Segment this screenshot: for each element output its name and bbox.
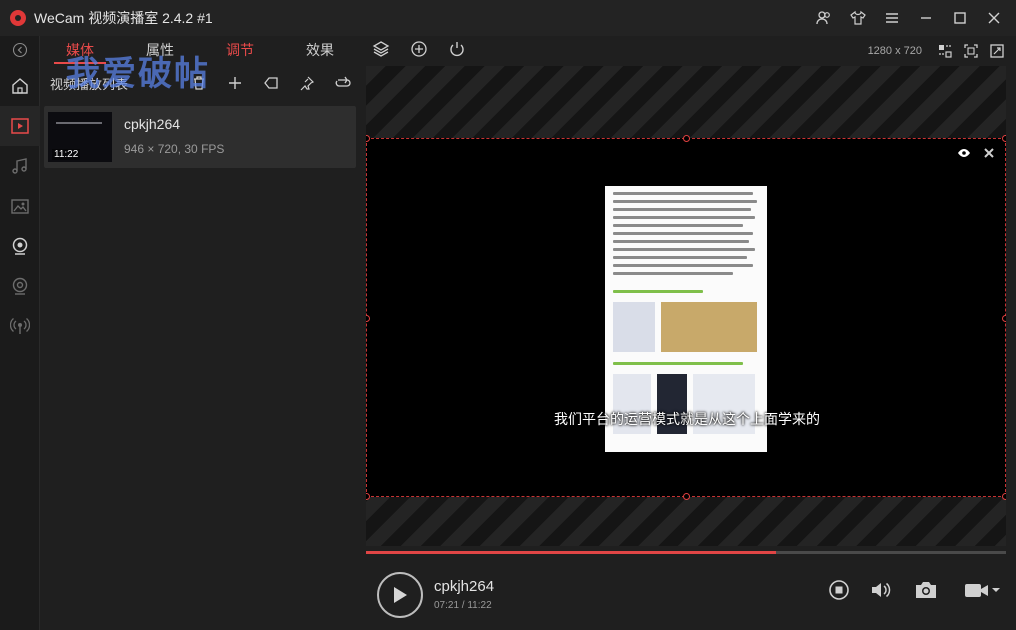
resize-handle[interactable] bbox=[683, 493, 690, 500]
app-title: WeCam 视频演播室 2.4.2 #1 bbox=[34, 10, 213, 26]
video-media-icon[interactable] bbox=[0, 106, 40, 146]
tab-properties[interactable]: 属性 bbox=[120, 36, 200, 64]
stop-button[interactable] bbox=[827, 578, 851, 602]
progress-bar[interactable] bbox=[366, 551, 1006, 554]
snapshot-camera-icon[interactable] bbox=[914, 578, 938, 602]
doc-text-line bbox=[613, 208, 751, 211]
menu-icon[interactable] bbox=[878, 4, 906, 32]
resolution-label: 1280 x 720 bbox=[867, 45, 922, 57]
close-icon[interactable] bbox=[980, 4, 1008, 32]
video-thumbnail: 11:22 bbox=[48, 112, 112, 162]
preview-stage: 我们平台的运营模式就是从这个上面学来的 bbox=[366, 66, 1006, 546]
title-bar: WeCam 视频演播室 2.4.2 #1 bbox=[0, 0, 1016, 36]
doc-text-line bbox=[613, 216, 755, 219]
doc-text-line bbox=[613, 224, 743, 227]
now-playing-time: 07:21 / 11:22 bbox=[434, 600, 492, 611]
webcam-icon[interactable] bbox=[0, 226, 40, 266]
doc-text-line bbox=[613, 192, 753, 195]
music-icon[interactable] bbox=[0, 146, 40, 186]
collapse-icon[interactable] bbox=[0, 36, 40, 64]
delete-icon[interactable] bbox=[188, 72, 210, 94]
now-playing-name: cpkjh264 bbox=[434, 578, 495, 595]
pin-icon[interactable] bbox=[296, 72, 318, 94]
preview-toolbar: 1280 x 720 bbox=[362, 36, 1016, 66]
layers-icon[interactable] bbox=[370, 38, 392, 60]
broadcast-icon[interactable] bbox=[0, 306, 40, 346]
doc-text-line bbox=[613, 264, 753, 267]
doc-text-line bbox=[613, 232, 753, 235]
doc-image bbox=[661, 302, 757, 352]
media-meta: 946 × 720, 30 FPS bbox=[124, 142, 225, 156]
minimize-icon[interactable] bbox=[912, 4, 940, 32]
maximize-icon[interactable] bbox=[946, 4, 974, 32]
remove-source-icon[interactable] bbox=[983, 147, 995, 162]
resize-handle[interactable] bbox=[1002, 135, 1006, 142]
progress-fill bbox=[366, 551, 776, 554]
resize-handle[interactable] bbox=[1002, 315, 1006, 322]
skin-shirt-icon[interactable] bbox=[844, 4, 872, 32]
tab-adjust[interactable]: 调节 bbox=[200, 36, 280, 64]
tab-effects[interactable]: 效果 bbox=[280, 36, 360, 64]
doc-text-line bbox=[613, 272, 733, 275]
doc-green-line bbox=[613, 362, 743, 365]
volume-icon[interactable] bbox=[869, 578, 893, 602]
image-icon[interactable] bbox=[0, 186, 40, 226]
camera-source-icon[interactable] bbox=[0, 266, 40, 306]
doc-green-line bbox=[613, 290, 703, 293]
doc-text-line bbox=[613, 248, 755, 251]
home-icon[interactable] bbox=[0, 66, 40, 106]
window-controls bbox=[810, 0, 1008, 36]
fit-screen-icon[interactable] bbox=[962, 40, 980, 62]
doc-image bbox=[613, 302, 655, 352]
thumbnail-art bbox=[56, 122, 102, 140]
video-canvas[interactable]: 我们平台的运营模式就是从这个上面学来的 bbox=[366, 135, 1006, 500]
doc-text-line bbox=[613, 200, 757, 203]
visibility-eye-icon[interactable] bbox=[957, 147, 971, 162]
left-rail bbox=[0, 36, 40, 630]
power-icon[interactable] bbox=[446, 38, 468, 60]
video-subtitle: 我们平台的运营模式就是从这个上面学来的 bbox=[554, 411, 820, 427]
add-source-icon[interactable] bbox=[408, 38, 430, 60]
panel-tabs: 媒体 属性 调节 效果 bbox=[40, 36, 362, 64]
users-icon[interactable] bbox=[810, 4, 838, 32]
resize-handle[interactable] bbox=[366, 493, 370, 500]
playlist-header: 视频播放列表 bbox=[40, 66, 362, 100]
doc-text-line bbox=[613, 256, 747, 259]
add-icon[interactable] bbox=[224, 72, 246, 94]
tab-media[interactable]: 媒体 bbox=[40, 36, 120, 64]
thumbnail-duration: 11:22 bbox=[52, 149, 81, 160]
media-name: cpkjh264 bbox=[124, 116, 181, 132]
record-video-icon[interactable] bbox=[962, 578, 1002, 602]
doc-text-line bbox=[613, 240, 749, 243]
tag-icon[interactable] bbox=[260, 72, 282, 94]
app-logo-icon bbox=[10, 10, 26, 26]
resize-handle[interactable] bbox=[366, 315, 370, 322]
fullscreen-icon[interactable] bbox=[988, 40, 1006, 62]
playlist-title: 视频播放列表 bbox=[50, 76, 129, 92]
playlist-item[interactable]: 11:22 cpkjh264 946 × 720, 30 FPS bbox=[44, 106, 356, 168]
media-panel: 媒体 属性 调节 效果 视频播放列表 我爱破帖 WWW.ZHUIMYUN. bbox=[40, 36, 362, 630]
loop-icon[interactable] bbox=[332, 72, 354, 94]
resize-handle[interactable] bbox=[1002, 493, 1006, 500]
play-button[interactable] bbox=[377, 572, 423, 618]
playlist-tools bbox=[188, 66, 354, 100]
resize-handle[interactable] bbox=[366, 135, 370, 142]
resize-handle[interactable] bbox=[683, 135, 690, 142]
snap-grid-icon[interactable] bbox=[936, 40, 954, 62]
